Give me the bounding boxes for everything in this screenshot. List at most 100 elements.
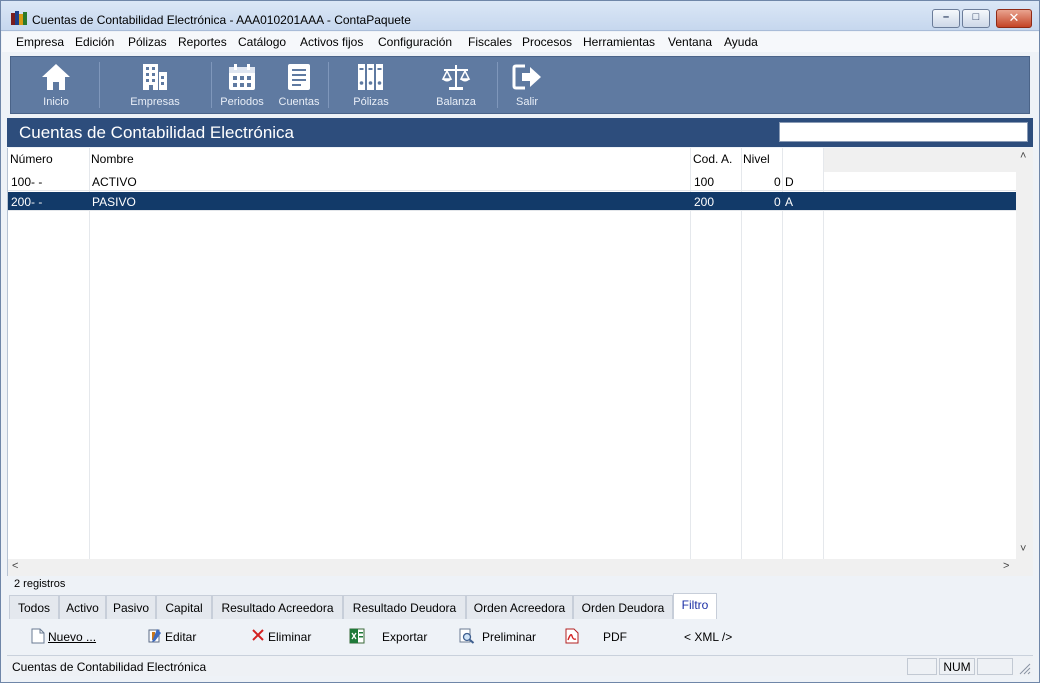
edit-icon	[148, 629, 161, 643]
toolbar-empresas-label: Empresas	[130, 96, 180, 108]
excel-icon	[349, 628, 365, 644]
toolbar-periodos-label: Periodos	[220, 96, 264, 108]
menu-catalogo[interactable]: Catálogo	[238, 35, 286, 49]
app-window: Cuentas de Contabilidad Electrónica - AA…	[0, 0, 1040, 683]
section-title: Cuentas de Contabilidad Electrónica	[19, 123, 295, 142]
tab-activo[interactable]: Activo	[59, 595, 106, 619]
tab-pasivo[interactable]: Pasivo	[106, 595, 156, 619]
menu-polizas[interactable]: Pólizas	[128, 35, 167, 49]
new-button[interactable]: Nuevo ...	[31, 627, 111, 647]
table-row[interactable]: 100- - ACTIVO 100 0 D	[8, 172, 1016, 191]
menu-fiscales[interactable]: Fiscales	[468, 35, 512, 49]
tab-resultado-deudora[interactable]: Resultado Deudora	[343, 595, 466, 619]
new-document-icon	[31, 628, 45, 644]
menu-activos-fijos[interactable]: Activos fijos	[300, 35, 363, 49]
close-icon: ✕	[1008, 10, 1020, 25]
delete-icon	[252, 629, 264, 641]
tab-orden-deudora[interactable]: Orden Deudora	[573, 595, 673, 619]
tab-orden-acreedora[interactable]: Orden Acreedora	[466, 595, 573, 619]
tab-capital[interactable]: Capital	[156, 595, 212, 619]
toolbar-empresas-button[interactable]: Empresas	[119, 57, 191, 113]
menu-ayuda[interactable]: Ayuda	[724, 35, 758, 49]
tab-resultado-acreedora[interactable]: Resultado Acreedora	[212, 595, 343, 619]
toolbar-inicio-button[interactable]: Inicio	[27, 57, 85, 113]
window-title: Cuentas de Contabilidad Electrónica - AA…	[32, 13, 411, 27]
menu-configuracion[interactable]: Configuración	[378, 35, 452, 49]
toolbar-cuentas-label: Cuentas	[278, 96, 320, 108]
column-header-numero[interactable]: Número	[10, 152, 53, 166]
menu-bar: Empresa Edición Pólizas Reportes Catálog…	[2, 32, 1039, 52]
toolbar-polizas-label: Pólizas	[353, 96, 389, 108]
minimize-icon: –	[942, 11, 950, 23]
cell-cod-a: 200	[694, 195, 715, 209]
menu-edicion[interactable]: Edición	[75, 35, 114, 49]
xml-button[interactable]: < XML />	[684, 627, 744, 647]
toolbar-cuentas-button[interactable]: Cuentas	[273, 57, 325, 113]
scroll-right-icon[interactable]: >	[1003, 560, 1009, 572]
table-row-selected[interactable]: 200- - PASIVO 200 0 A	[8, 192, 1016, 211]
toolbar-separator	[211, 62, 212, 108]
scroll-down-icon[interactable]: ˅	[1020, 543, 1026, 555]
column-header-cod-a[interactable]: Cod. A.	[693, 152, 732, 166]
cell-nivel: 0	[774, 195, 781, 209]
search-input[interactable]	[779, 122, 1028, 142]
status-cell-empty	[977, 658, 1013, 675]
record-count: 2 registros	[14, 578, 66, 590]
close-button[interactable]: ✕	[996, 9, 1032, 28]
scroll-up-icon[interactable]: ˄	[1020, 150, 1026, 162]
filter-tabs: Todos Activo Pasivo Capital Resultado Ac…	[9, 593, 1033, 619]
exit-icon	[512, 64, 541, 90]
cell-nivel: 0	[774, 175, 781, 189]
preview-button-label: Preliminar	[482, 630, 537, 644]
edit-button[interactable]: Editar	[147, 627, 217, 647]
cell-tipo: A	[785, 195, 794, 209]
maximize-button[interactable]: □	[962, 9, 990, 28]
new-button-label: Nuevo ...	[48, 630, 97, 644]
delete-button[interactable]: Eliminar	[251, 627, 331, 647]
export-button-label: Exportar	[382, 630, 428, 644]
toolbar-separator	[497, 62, 498, 108]
vertical-scrollbar[interactable]: ˄ ˅	[1016, 148, 1033, 559]
app-logo-icon	[11, 11, 27, 25]
title-bar[interactable]: Cuentas de Contabilidad Electrónica - AA…	[1, 1, 1039, 31]
toolbar-salir-label: Salir	[515, 96, 538, 108]
toolbar-polizas-button[interactable]: Pólizas	[341, 57, 401, 113]
cell-numero: 100- -	[11, 175, 43, 189]
toolbar-separator	[328, 62, 329, 108]
cell-cod-a: 100	[694, 175, 715, 189]
scroll-left-icon[interactable]: <	[12, 560, 18, 572]
section-header: Cuentas de Contabilidad Electrónica	[7, 118, 1033, 147]
tab-todos[interactable]: Todos	[9, 595, 59, 619]
scrollbar-corner	[1016, 559, 1033, 576]
pdf-button[interactable]: PDF	[564, 627, 634, 647]
main-toolbar: Inicio Empresas Periodos Cuentas Pólizas…	[10, 56, 1030, 114]
maximize-icon: □	[972, 11, 980, 23]
edit-button-label: Editar	[165, 630, 197, 644]
toolbar-salir-button[interactable]: Salir	[505, 57, 549, 113]
calendar-icon	[229, 64, 255, 90]
pdf-icon	[565, 628, 579, 644]
toolbar-balanza-label: Balanza	[436, 96, 476, 108]
resize-grip-icon[interactable]	[1017, 661, 1031, 675]
pdf-button-label: PDF	[603, 630, 627, 644]
horizontal-scrollbar[interactable]: < >	[8, 559, 1016, 576]
scale-icon	[441, 65, 471, 90]
menu-reportes[interactable]: Reportes	[178, 35, 227, 49]
export-button[interactable]: Exportar	[349, 627, 439, 647]
toolbar-balanza-button[interactable]: Balanza	[425, 57, 487, 113]
cell-nombre: ACTIVO	[92, 175, 137, 189]
menu-herramientas[interactable]: Herramientas	[583, 35, 655, 49]
menu-ventana[interactable]: Ventana	[668, 35, 712, 49]
status-cell-empty	[907, 658, 937, 675]
menu-empresa[interactable]: Empresa	[16, 35, 64, 49]
column-header-nombre[interactable]: Nombre	[91, 152, 134, 166]
status-bar: Cuentas de Contabilidad Electrónica NUM	[7, 655, 1033, 676]
toolbar-separator	[99, 62, 100, 108]
column-header-nivel[interactable]: Nivel	[743, 152, 770, 166]
tab-filtro[interactable]: Filtro	[673, 593, 717, 619]
action-bar: Nuevo ... Editar Eliminar Exportar Preli…	[9, 623, 1033, 651]
toolbar-periodos-button[interactable]: Periodos	[216, 57, 268, 113]
minimize-button[interactable]: –	[932, 9, 960, 28]
preview-button[interactable]: Preliminar	[459, 627, 549, 647]
menu-procesos[interactable]: Procesos	[522, 35, 572, 49]
